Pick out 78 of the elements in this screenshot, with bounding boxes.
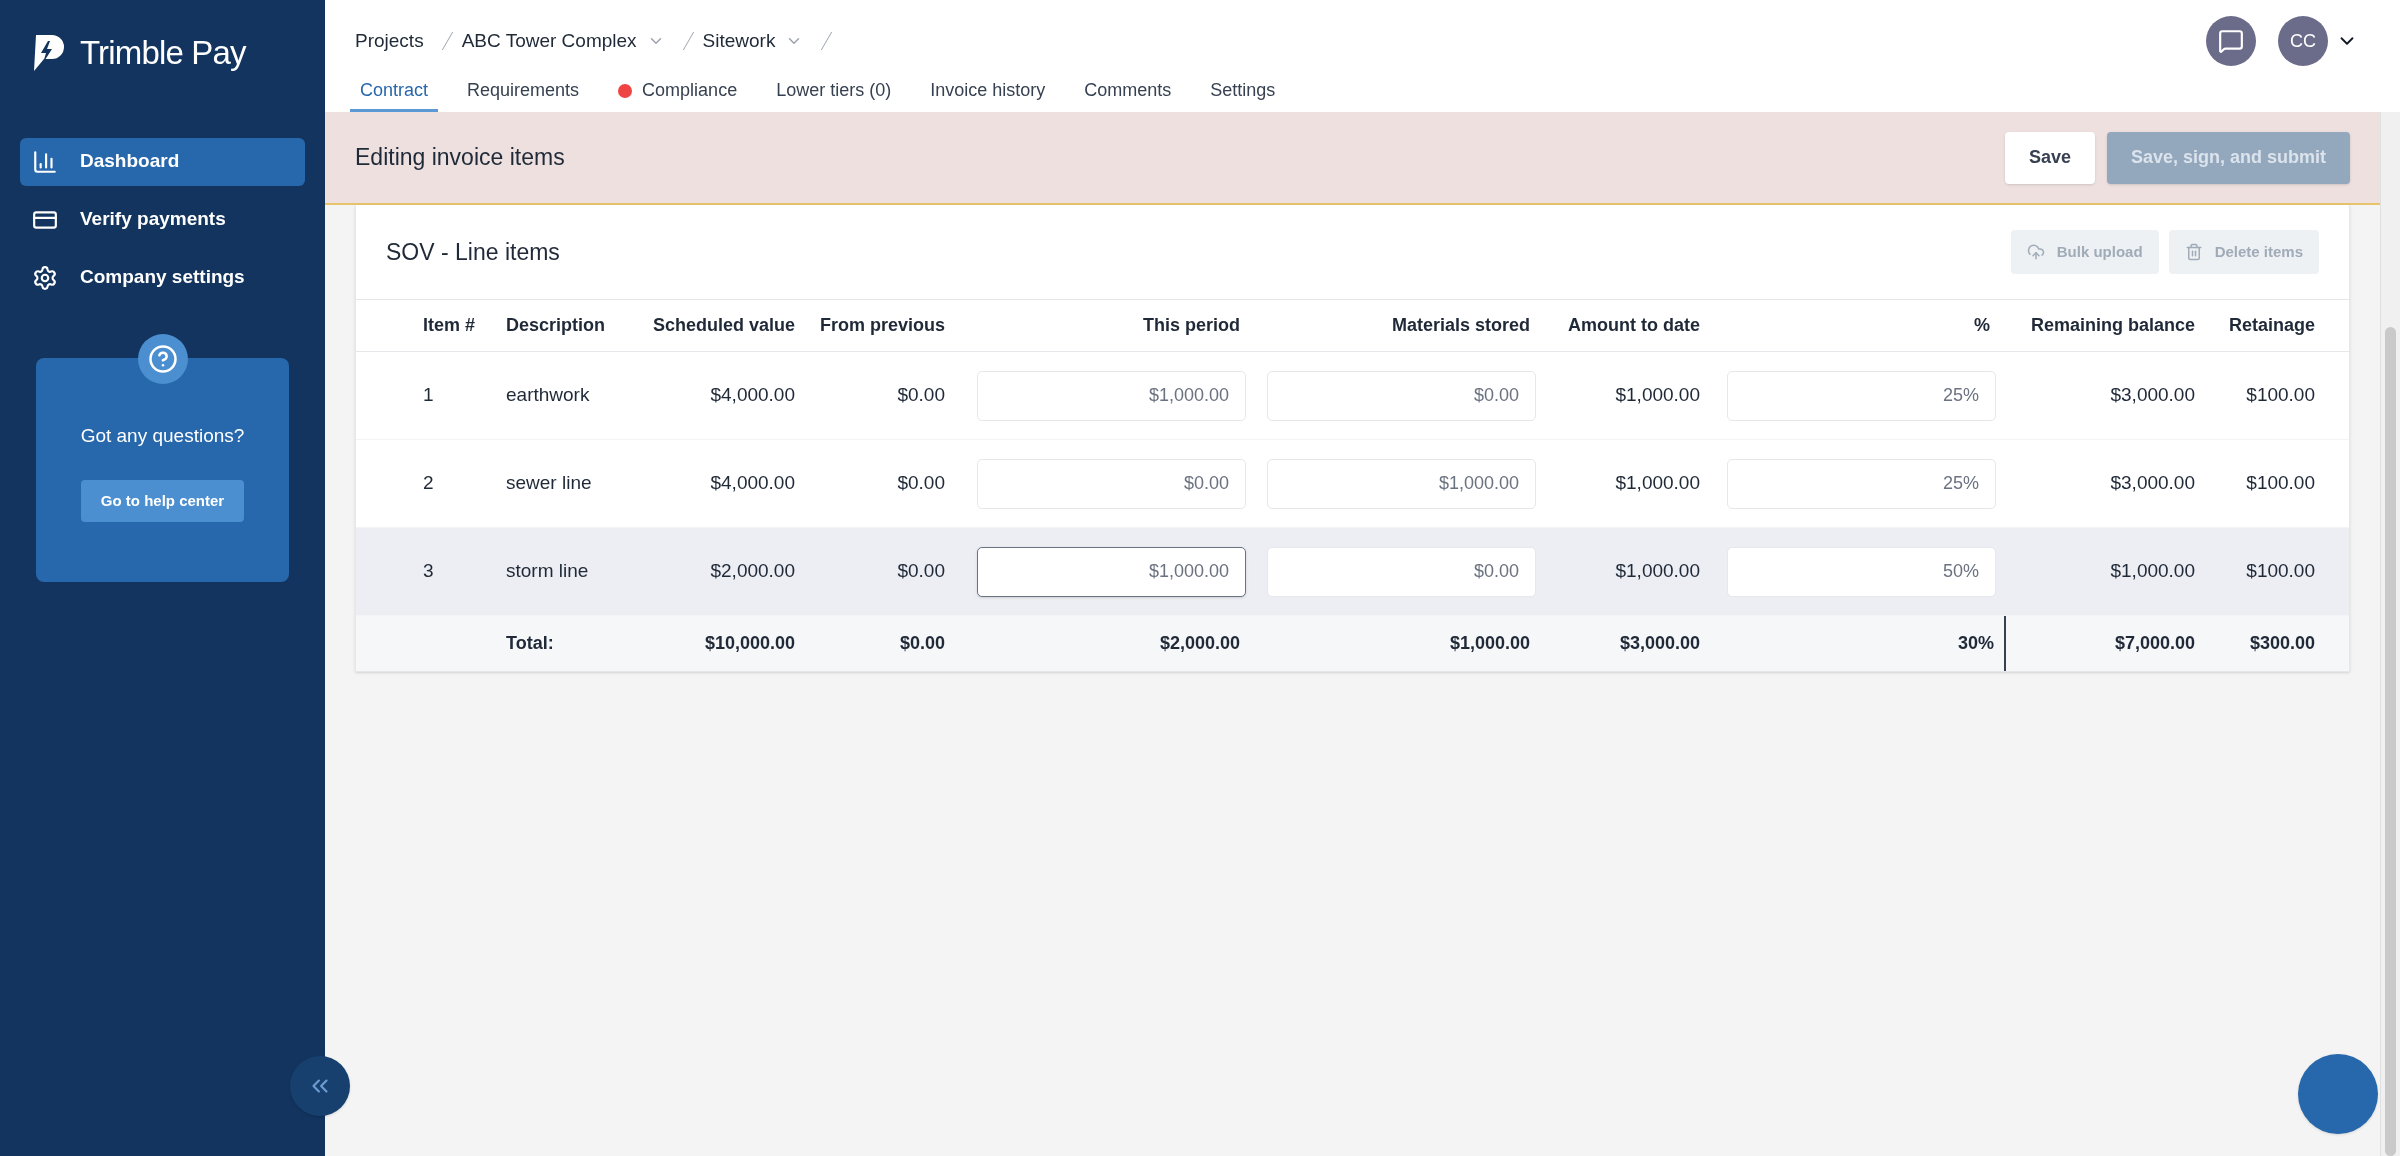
table-cell-text: $3,000.00	[1619, 632, 1700, 655]
table-cell-text: $2,000.00	[1159, 632, 1240, 655]
table-cell-text: $3,000.00	[2110, 383, 2195, 408]
column-header: Retainage	[2228, 314, 2315, 337]
column-header: Amount to date	[1568, 314, 1700, 337]
column-header: Item #	[423, 314, 476, 337]
table-cell-text: $0.00	[897, 383, 945, 408]
column-header: Remaining balance	[2030, 314, 2195, 337]
tab[interactable]: Invoice history	[920, 80, 1056, 112]
table-cell-text: earthwork	[506, 383, 590, 408]
table-cell-text: $7,000.00	[2114, 632, 2195, 655]
upload-icon	[2026, 243, 2045, 261]
amount-field[interactable]: $1,000.00	[977, 370, 1246, 421]
table-cell-text: $1,000.00	[1615, 383, 1700, 408]
amount-field[interactable]: $0.00	[1267, 546, 1536, 597]
column-header: %	[1974, 314, 1990, 337]
tab[interactable]: Compliance	[608, 80, 748, 112]
nav-item[interactable]: Verify payments	[20, 195, 305, 244]
table-cell-text: $3,000.00	[2110, 471, 2195, 496]
banner-title: Editing invoice items	[355, 143, 565, 173]
table-cell-text: $300.00	[2249, 632, 2315, 655]
table-cell-text: $1,000.00	[1449, 632, 1530, 655]
table-cell-text: $0.00	[899, 632, 945, 655]
brand-name: Trimble Pay	[80, 33, 246, 73]
amount-field[interactable]: $1,000.00	[1267, 458, 1536, 509]
tab[interactable]: Lower tiers (0)	[766, 80, 902, 112]
help-center-button[interactable]: Go to help center	[80, 480, 245, 522]
table-row[interactable]: 2 sewer line $4,000.00 $0.00 $0.00 $1,000.00 $1,000.00 25% $3,000.00 $100.00	[356, 440, 2349, 528]
table-cell-text: $0.00	[897, 471, 945, 496]
table-row[interactable]: 1 earthwork $4,000.00 $0.00 $1,000.00 $0.00 $1,000.00 25% $3,000.00 $100.00	[356, 352, 2349, 440]
amount-field[interactable]: $0.00	[1267, 370, 1536, 421]
tab[interactable]: Requirements	[457, 80, 590, 112]
table-cell-text: sewer line	[506, 471, 592, 496]
table-cell-text: $1,000.00	[1615, 471, 1700, 496]
total-label: Total:	[506, 632, 554, 655]
column-header: Description	[506, 314, 606, 337]
table-cell-text: $4,000.00	[710, 383, 795, 408]
tab[interactable]: Settings	[1200, 80, 1286, 112]
nav-item[interactable]: Company settings	[20, 253, 305, 302]
table-cell-text: 1	[423, 383, 434, 408]
help-title: Got any questions?	[80, 423, 245, 448]
table-cell-text: $10,000.00	[704, 632, 795, 655]
table-cell-text: $100.00	[2246, 383, 2315, 408]
amount-field[interactable]: 25%	[1727, 370, 1996, 421]
nav-item[interactable]: Dashboard	[20, 137, 305, 186]
table-cell-text: $100.00	[2246, 471, 2315, 496]
table-cell-text: 2	[423, 471, 434, 496]
messages-button[interactable]	[2206, 16, 2256, 66]
table-row[interactable]: 3 storm line $2,000.00 $0.00 $1,000.00 $0.00 $1,000.00 50% $1,000.00 $100.00	[356, 528, 2349, 616]
table-cell-text: $1,000.00	[2110, 559, 2195, 584]
amount-field[interactable]: 25%	[1727, 458, 1996, 509]
breadcrumb-link[interactable]: ABC Tower Complex	[461, 26, 665, 56]
table-cell-text: 30%	[1957, 632, 1994, 655]
trash-icon	[2184, 243, 2203, 261]
table-cell-text: storm line	[506, 559, 589, 584]
table-cell-text: 3	[423, 559, 434, 584]
column-header: This period	[1143, 314, 1240, 337]
amount-field[interactable]: $0.00	[977, 458, 1246, 509]
tab[interactable]: Comments	[1074, 80, 1182, 112]
column-header: Materials stored	[1391, 314, 1530, 337]
column-header: Scheduled value	[652, 314, 795, 337]
chart-icon	[32, 148, 58, 175]
breadcrumb-link[interactable]: Sitework	[702, 26, 804, 56]
card-title: SOV - Line items	[386, 237, 560, 267]
speech-bubble-icon	[2218, 28, 2244, 54]
breadcrumb-link[interactable]: Projects	[355, 26, 424, 56]
table-cell-text: $0.00	[897, 559, 945, 584]
amount-field[interactable]: $1,000.00	[977, 546, 1246, 597]
amount-field[interactable]: 50%	[1727, 546, 1996, 597]
settings-icon	[32, 264, 58, 291]
banner-button[interactable]: Save	[2004, 131, 2095, 184]
user-avatar[interactable]: CC	[2278, 16, 2328, 66]
table-cell-text: $1,000.00	[1615, 559, 1700, 584]
table-cell-text: $4,000.00	[710, 471, 795, 496]
column-header: From previous	[819, 314, 945, 337]
scrollbar[interactable]	[2380, 112, 2400, 1156]
table-cell-text: $2,000.00	[710, 559, 795, 584]
table-cell-text: $100.00	[2246, 559, 2315, 584]
